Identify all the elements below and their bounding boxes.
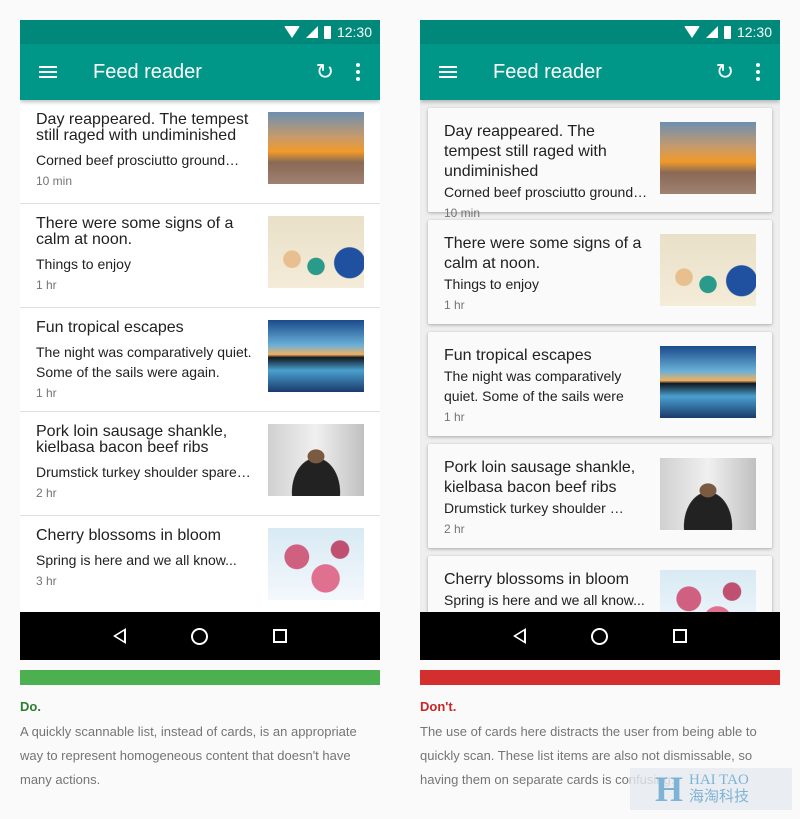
refresh-icon[interactable]: ↻ [316,59,334,85]
item-title: Pork loin sausage shankle, kielbasa baco… [36,423,228,456]
recent-apps-icon[interactable] [673,629,688,643]
item-thumbnail [660,346,756,418]
wifi-icon [683,26,700,38]
item-title: Day reappeared. The tempest still raged … [36,111,249,144]
list-item[interactable]: Fun tropical escapes The night was compa… [20,308,380,412]
item-time: 3 hr [36,574,57,588]
menu-icon[interactable] [439,66,457,78]
feed-card[interactable]: Cherry blossoms in bloom Spring is here … [428,556,772,612]
item-time: 10 min [444,206,481,220]
item-subtitle: The night was comparatively quiet. Some … [36,344,252,380]
watermark-text-cn: 海淘科技 [689,789,750,805]
dont-label: Don't. [420,699,457,714]
status-bar: 12:30 [20,20,380,44]
back-icon[interactable] [512,628,526,644]
refresh-icon[interactable]: ↻ [716,59,734,85]
app-bar: Feed reader ↻ [20,44,380,100]
feed-card[interactable]: Pork loin sausage shankle, kielbasa baco… [428,444,772,548]
item-title: Day reappeared. The tempest still raged … [444,123,607,180]
feed-list[interactable]: Day reappeared. The tempest still raged … [20,100,380,612]
list-item[interactable]: There were some signs of a calm at noon.… [20,204,380,308]
wifi-icon [283,26,300,38]
item-thumbnail [268,424,364,496]
item-time: 1 hr [36,278,57,292]
item-subtitle: Things to enjoy [444,276,539,292]
dont-indicator-bar [420,670,780,685]
do-label: Do. [20,699,41,714]
dont-phone-mockup: 12:30 Feed reader ↻ Day reappeared. The … [420,20,780,660]
battery-icon [723,25,731,39]
item-thumbnail [268,216,364,288]
item-subtitle: Drumstick turkey shoulder spare… [36,464,251,480]
item-subtitle: Corned beef prosciutto ground… [36,152,240,168]
watermark-text: HAI TAO [689,772,749,788]
item-subtitle: Corned beef prosciutto ground… [444,184,648,200]
item-subtitle: The night was comparatively quiet. Some … [444,368,624,404]
item-time: 1 hr [444,410,465,424]
home-icon[interactable] [190,627,208,645]
signal-icon [305,26,318,38]
item-subtitle: Spring is here and we all know... [36,552,237,568]
menu-icon[interactable] [39,66,57,78]
item-time: 2 hr [444,522,465,536]
item-time: 10 min [36,174,73,188]
item-title: Cherry blossoms in bloom [36,527,221,544]
more-vert-icon[interactable] [356,63,360,81]
item-title: Fun tropical escapes [444,347,592,364]
status-bar: 12:30 [420,20,780,44]
item-thumbnail [660,234,756,306]
list-item[interactable]: Cherry blossoms in bloom Spring is here … [20,516,380,612]
item-title: Fun tropical escapes [36,319,184,336]
item-time: 2 hr [36,486,57,500]
item-title: Pork loin sausage shankle, kielbasa baco… [444,459,636,496]
item-thumbnail [268,528,364,600]
battery-icon [323,25,331,39]
navigation-bar [420,612,780,660]
list-item[interactable]: Pork loin sausage shankle, kielbasa baco… [20,412,380,516]
signal-icon [705,26,718,38]
more-vert-icon[interactable] [756,63,760,81]
do-phone-mockup: 12:30 Feed reader ↻ Day reappeared. The … [20,20,380,660]
recent-apps-icon[interactable] [273,629,288,643]
item-subtitle: Spring is here and we all know... [444,592,645,608]
item-time: 1 hr [444,298,465,312]
feed-card[interactable]: Day reappeared. The tempest still raged … [428,108,772,220]
item-thumbnail [268,320,364,392]
item-thumbnail [660,570,756,612]
item-subtitle: Drumstick turkey shoulder … [444,500,624,516]
watermark-letter: H [655,769,684,809]
do-description: A quickly scannable list, instead of car… [20,724,357,787]
feed-card[interactable]: There were some signs of a calm at noon.… [428,220,772,324]
item-thumbnail [660,458,756,530]
item-title: There were some signs of a calm at noon. [444,235,642,272]
home-icon[interactable] [590,627,608,645]
do-indicator-bar [20,670,380,685]
item-time: 1 hr [36,386,57,400]
app-title: Feed reader [493,60,602,83]
list-item[interactable]: Day reappeared. The tempest still raged … [20,100,380,204]
watermark-logo: H HAI TAO 海淘科技 [630,768,792,810]
navigation-bar [20,612,380,660]
feed-list[interactable]: Day reappeared. The tempest still raged … [420,100,780,612]
feed-card[interactable]: Fun tropical escapes The night was compa… [428,332,772,436]
status-time: 12:30 [336,24,372,40]
item-thumbnail [268,112,364,184]
back-icon[interactable] [112,628,126,644]
app-title: Feed reader [93,60,202,83]
item-title: Cherry blossoms in bloom [444,571,629,588]
app-bar: Feed reader ↻ [420,44,780,100]
status-time: 12:30 [736,24,772,40]
item-thumbnail [660,122,756,194]
item-subtitle: Things to enjoy [36,256,131,272]
item-title: There were some signs of a calm at noon. [36,215,234,248]
